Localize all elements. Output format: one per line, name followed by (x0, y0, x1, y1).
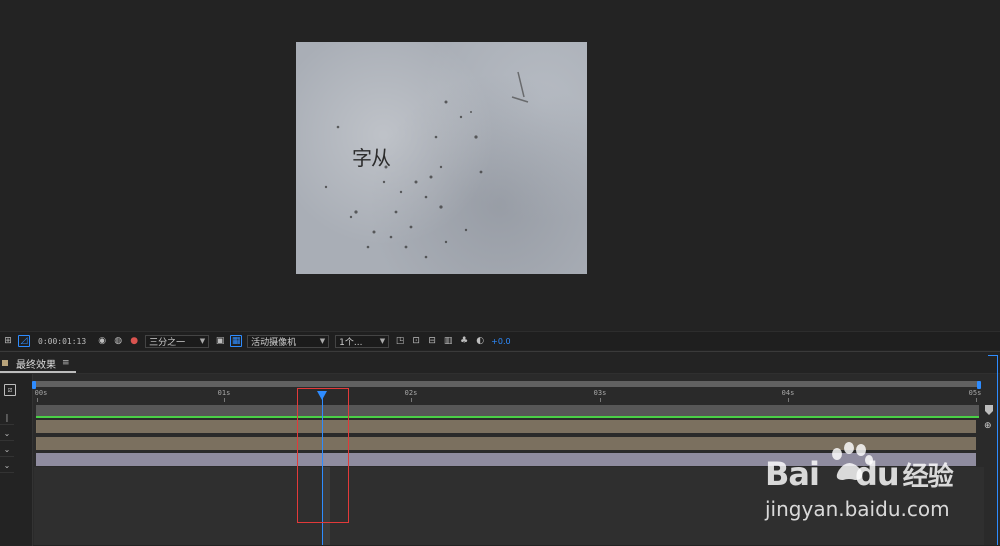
layer-bar[interactable] (36, 437, 976, 450)
navigator-end-handle[interactable] (977, 381, 981, 389)
snapshot-icon[interactable]: ◉ (96, 335, 108, 347)
chevron-down-icon[interactable]: ⌄ (0, 442, 14, 457)
current-time-display[interactable]: 0:00:01:13 (38, 337, 86, 346)
render-preview-icon[interactable]: ▥ (442, 335, 454, 347)
color-channels-icon[interactable]: ● (128, 335, 140, 347)
tick-label: 02s (404, 389, 418, 397)
navigator-start-handle[interactable] (32, 381, 36, 389)
annotation-highlight-box (297, 388, 349, 523)
tick-label: 01s (217, 389, 231, 397)
camera-dropdown[interactable]: 活动摄像机 ▼ (247, 334, 330, 348)
comp-button-icon[interactable]: ⊕ (984, 421, 992, 431)
layer-row-header: | (0, 410, 14, 425)
graph-editor-icon[interactable]: ⧄ (4, 384, 16, 396)
tick-label: 00s (34, 389, 48, 397)
chevron-down-icon: ▼ (379, 337, 386, 345)
chevron-down-icon: ▼ (319, 337, 326, 345)
exposure-value[interactable]: +0.0 (491, 337, 510, 346)
composition-viewer[interactable]: 字从 (0, 0, 1000, 331)
tick-label: 04s (781, 389, 795, 397)
hamburger-menu-icon[interactable]: ≡ (62, 358, 70, 368)
tick-mark (600, 398, 601, 402)
time-ruler[interactable]: 00s 01s 02s 03s 04s 05s (32, 379, 983, 402)
tick-mark (788, 398, 789, 402)
viewer-toolbar: ⊞ ◿ 0:00:01:13 ◉ ◍ ● 三分之一 ▼ ▣ ▦ 活动摄像机 ▼ … (0, 331, 1000, 350)
tick-label: 03s (593, 389, 607, 397)
chevron-down-icon: ▼ (199, 337, 206, 345)
tick-label: 05s (968, 389, 982, 397)
tab-label: 最终效果 (16, 359, 56, 371)
tab-color-swatch (2, 360, 8, 366)
panel-focus-frame (988, 355, 998, 545)
tick-mark (37, 398, 38, 402)
tick-mark (224, 398, 225, 402)
views-value: 1个... (339, 337, 363, 348)
layer-bar[interactable] (36, 453, 976, 466)
layer-bar[interactable] (36, 420, 976, 433)
work-area-bar[interactable] (36, 405, 979, 416)
mask-visibility-icon[interactable]: ◿ (18, 335, 30, 347)
views-dropdown[interactable]: 1个... ▼ (335, 334, 390, 348)
region-of-interest-icon[interactable]: ⊡ (410, 335, 422, 347)
render-cache-indicator (36, 416, 979, 418)
fast-preview-icon[interactable]: ▣ (214, 335, 226, 347)
layer-controls-column: ⧄ | ⌄ ⌄ ⌄ (0, 374, 33, 546)
pixel-aspect-icon[interactable]: ⊟ (426, 335, 438, 347)
timeline-tab-bar: 最终效果 ≡ (0, 352, 1000, 374)
chevron-down-icon[interactable]: ⌄ (0, 426, 14, 441)
tick-mark (411, 398, 412, 402)
empty-layer-area[interactable] (34, 467, 984, 545)
resolution-value: 三分之一 (149, 337, 186, 348)
tab-final-effect[interactable]: 最终效果 ≡ (0, 355, 76, 373)
texture-overlay (324, 71, 529, 259)
canvas-text: 字从 (352, 146, 391, 170)
composition-canvas[interactable]: 字从 (296, 42, 587, 274)
resolution-dropdown[interactable]: 三分之一 ▼ (145, 334, 210, 348)
reset-exposure-icon[interactable]: ◐ (474, 335, 486, 347)
time-navigator-bar[interactable] (32, 381, 981, 389)
tick-mark (976, 398, 977, 402)
grid-icon[interactable]: ⊞ (2, 335, 14, 347)
toggle-3d-view-icon[interactable]: ◳ (394, 335, 406, 347)
flowchart-icon[interactable]: ♣ (458, 335, 470, 347)
chevron-down-icon[interactable]: ⌄ (0, 458, 14, 473)
camera-value: 活动摄像机 (251, 337, 297, 348)
show-snapshot-icon[interactable]: ◍ (112, 335, 124, 347)
transparency-grid-icon[interactable]: ▦ (230, 335, 243, 347)
